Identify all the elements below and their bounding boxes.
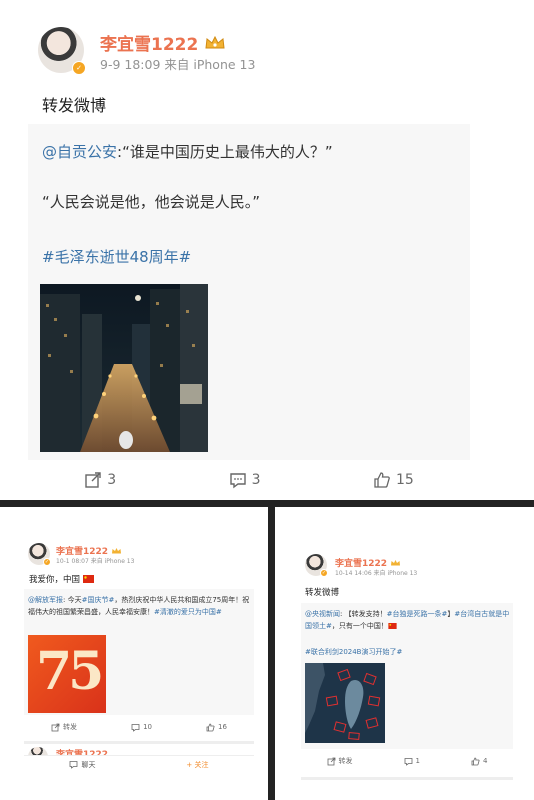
chat-label: 聊天	[81, 760, 96, 769]
next-post-username[interactable]: 李宜雪1222	[56, 747, 108, 755]
comment-count: 1	[415, 757, 420, 765]
comment-count: 3	[251, 472, 261, 488]
crown-icon	[111, 547, 122, 555]
repost-text-a: : 今天	[63, 596, 82, 604]
repost-icon	[84, 471, 102, 489]
left-post: ✓ 李宜雪1222 10-1 08:07 来自 iPhone 13 我爱你，中国…	[0, 507, 268, 800]
verified-icon: ✓	[320, 569, 328, 577]
like-button[interactable]: 4	[471, 757, 487, 766]
hashtag-link[interactable]: #毛泽东逝世48周年#	[42, 246, 191, 267]
next-post-divider	[24, 741, 254, 744]
chat-button[interactable]: 聊天	[69, 760, 95, 770]
like-icon	[206, 723, 215, 732]
right-post: ✓ 李宜雪1222 10-14 14:06 来自 iPhone 13 转发微博 …	[275, 507, 534, 800]
action-bar: 3 3 15	[28, 466, 470, 494]
poster-number: 75	[36, 641, 104, 702]
mention-link[interactable]: @自贡公安	[42, 143, 117, 161]
repost-button[interactable]: 3	[84, 471, 116, 489]
verified-icon: ✓	[43, 558, 51, 566]
verified-icon: ✓	[72, 61, 86, 75]
action-bar: 转发 10 16	[24, 719, 254, 735]
comment-icon	[404, 757, 413, 766]
crown-icon	[390, 559, 401, 567]
quote-line-2: “人民会说是他，他会说是人民。”	[42, 193, 261, 211]
hashtag-link[interactable]: #联合利剑2024B演习开始了#	[305, 647, 402, 657]
drill-map-image[interactable]	[305, 663, 385, 743]
divider-vertical	[268, 507, 275, 800]
divider-horizontal	[0, 500, 534, 507]
anniversary-poster-image[interactable]: 75	[28, 635, 106, 713]
action-bar: 转发 1 4	[301, 753, 513, 769]
like-count: 16	[218, 723, 227, 731]
hashtag-link[interactable]: #国庆节#	[82, 596, 115, 604]
post-text: 转发微博	[42, 96, 107, 115]
repost-label: 转发	[63, 723, 78, 731]
mention-link[interactable]: @解放军报	[28, 596, 63, 604]
like-icon	[373, 471, 391, 489]
post-bottom-divider	[301, 777, 513, 780]
post-meta: 10-14 14:06 来自 iPhone 13	[335, 570, 418, 577]
repost-text: @解放军报: 今天#国庆节#，热烈庆祝中华人民共和国成立75周年！祝福伟大的祖国…	[28, 594, 252, 618]
city-night-image[interactable]	[40, 284, 208, 452]
repost-box[interactable]: @解放军报: 今天#国庆节#，热烈庆祝中华人民共和国成立75周年！祝福伟大的祖国…	[24, 589, 254, 715]
mention-link[interactable]: @央视新闻	[305, 610, 340, 618]
chat-icon	[69, 760, 78, 769]
post-meta: 10-1 08:07 来自 iPhone 13	[56, 558, 135, 565]
comment-button[interactable]: 1	[404, 757, 420, 766]
post-meta: 9-9 18:09 来自 iPhone 13	[100, 57, 256, 72]
repost-button[interactable]: 转发	[51, 722, 77, 732]
like-count: 4	[483, 757, 488, 765]
repost-text-c: ，只有一个中国！	[331, 622, 388, 630]
comment-icon	[131, 723, 140, 732]
quote-line-1: “谁是中国历史上最伟大的人？”	[122, 143, 333, 161]
like-count: 15	[395, 472, 414, 488]
repost-text-a: : 【转发支持！	[340, 610, 387, 618]
hashtag-link[interactable]: #台独是死路一条#	[387, 610, 448, 618]
repost-button[interactable]: 转发	[327, 756, 353, 766]
like-button[interactable]: 16	[206, 723, 227, 732]
repost-box[interactable]: @央视新闻: 【转发支持！#台独是死路一条#】#台湾自古就是中国领土#，只有一个…	[301, 603, 513, 749]
comment-button[interactable]: 10	[131, 723, 152, 732]
bottom-bar: 聊天 + 关注	[24, 755, 254, 773]
crown-icon	[204, 35, 226, 51]
top-post: ✓ 李宜雪1222 9-9 18:09 来自 iPhone 13 转发微博 @自…	[0, 0, 534, 500]
repost-icon	[51, 723, 60, 732]
comment-button[interactable]: 3	[229, 471, 261, 489]
comment-count: 10	[143, 723, 152, 731]
repost-label: 转发	[338, 757, 353, 765]
repost-box[interactable]: @自贡公安:“谁是中国历史上最伟大的人？” “人民会说是他，他会说是人民。” #…	[28, 124, 470, 460]
like-icon	[471, 757, 480, 766]
like-button[interactable]: 15	[373, 471, 414, 489]
china-flag-icon	[83, 575, 95, 583]
repost-count: 3	[107, 472, 117, 488]
post-text: 我爱你，中国	[29, 575, 81, 585]
follow-button[interactable]: + 关注	[186, 760, 208, 770]
repost-icon	[327, 757, 336, 766]
china-flag-icon	[388, 623, 397, 629]
post-text: 转发微博	[305, 588, 340, 598]
repost-text: @央视新闻: 【转发支持！#台独是死路一条#】#台湾自古就是中国领土#，只有一个…	[305, 608, 511, 632]
username[interactable]: 李宜雪1222	[100, 30, 198, 55]
hashtag-link[interactable]: #清澈的爱只为中国#	[154, 608, 222, 616]
comment-icon	[229, 471, 247, 489]
